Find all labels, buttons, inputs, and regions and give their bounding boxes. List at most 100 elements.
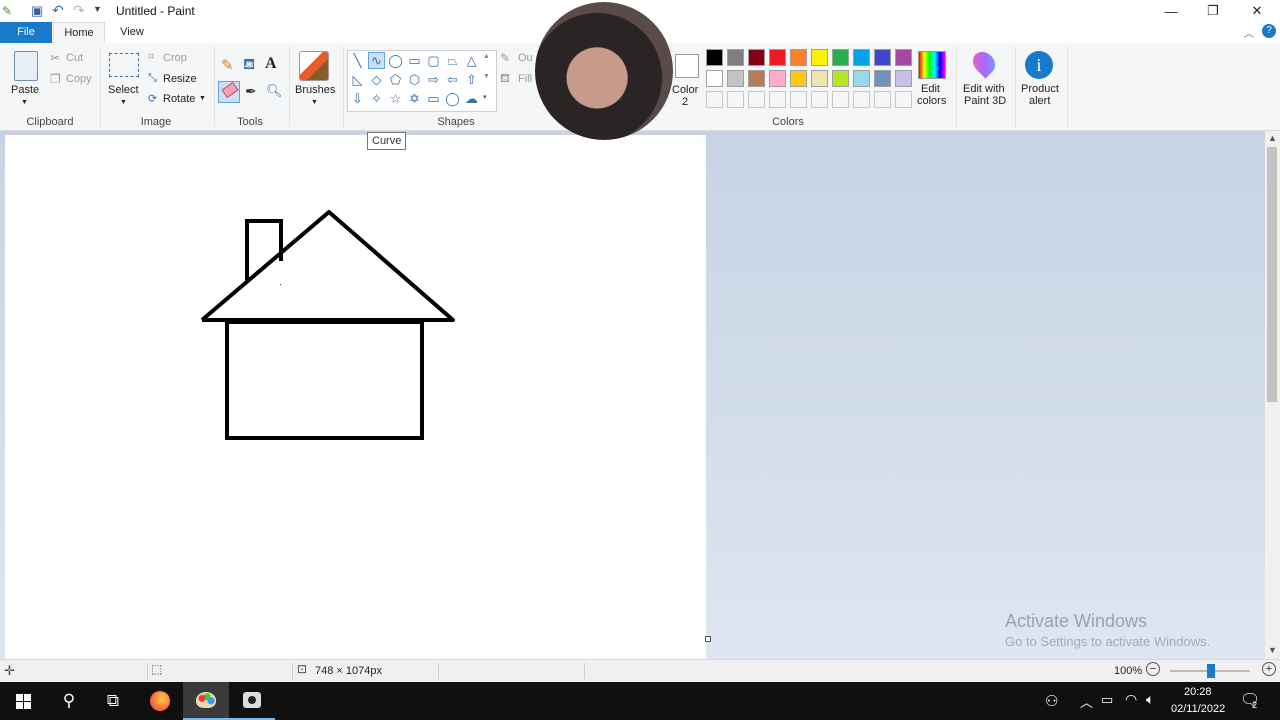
- hexagon-shape-icon[interactable]: ⬡: [406, 71, 423, 88]
- edit-with-paint3d-button[interactable]: Edit with Paint 3D: [960, 47, 1010, 111]
- firefox-icon[interactable]: [137, 682, 183, 720]
- product-alert-button[interactable]: i Product alert: [1018, 49, 1062, 111]
- quick-access-dropdown-icon[interactable]: ▼: [93, 4, 102, 14]
- tab-home[interactable]: Home: [53, 22, 105, 43]
- palette-swatch-blue-gray[interactable]: [874, 70, 891, 87]
- palette-swatch-empty[interactable]: [811, 91, 828, 108]
- show-hidden-icons-icon[interactable]: ︿: [1080, 692, 1093, 711]
- ribbon-collapse-icon[interactable]: ︿: [1244, 25, 1254, 40]
- color-picker-icon[interactable]: ✒: [245, 83, 257, 100]
- palette-swatch-light-yellow[interactable]: [811, 70, 828, 87]
- palette-swatch-yellow[interactable]: [811, 49, 828, 66]
- fill-button[interactable]: Fill: [518, 73, 532, 85]
- people-icon[interactable]: ⚇: [1045, 692, 1058, 710]
- line-shape-icon[interactable]: ╲: [349, 52, 366, 69]
- rect-callout-shape-icon[interactable]: ▭: [425, 90, 442, 107]
- six-point-star-shape-icon[interactable]: ✡: [406, 90, 423, 107]
- palette-swatch-orange[interactable]: [790, 49, 807, 66]
- palette-swatch-empty[interactable]: [895, 91, 912, 108]
- scroll-thumb[interactable]: [1267, 147, 1277, 402]
- canvas-resize-handle[interactable]: [705, 636, 711, 642]
- diamond-shape-icon[interactable]: ◇: [368, 71, 385, 88]
- tab-view[interactable]: View: [110, 22, 154, 43]
- help-icon[interactable]: ?: [1262, 24, 1276, 38]
- scroll-down-icon[interactable]: ▼: [1268, 645, 1277, 655]
- cloud-callout-shape-icon[interactable]: ☁: [463, 90, 480, 107]
- task-view-icon[interactable]: ⧉: [90, 682, 136, 720]
- wifi-icon[interactable]: ◠: [1125, 691, 1137, 708]
- shapes-expand-icon[interactable]: ▾: [483, 93, 487, 101]
- palette-swatch-empty[interactable]: [832, 91, 849, 108]
- zoom-out-icon[interactable]: −: [1146, 662, 1160, 676]
- shapes-scroll-down-icon[interactable]: ▼: [483, 73, 490, 80]
- palette-swatch-red[interactable]: [769, 49, 786, 66]
- undo-icon[interactable]: ↶: [52, 2, 64, 19]
- rectangle-shape-icon[interactable]: ▭: [406, 52, 423, 69]
- crop-button[interactable]: Crop: [163, 52, 187, 64]
- up-arrow-shape-icon[interactable]: ⇧: [463, 71, 480, 88]
- left-arrow-shape-icon[interactable]: ⇦: [444, 71, 461, 88]
- zoom-slider-thumb[interactable]: [1207, 664, 1215, 678]
- paste-button[interactable]: Paste ▼: [8, 49, 44, 111]
- rounded-rectangle-shape-icon[interactable]: ▢: [425, 52, 442, 69]
- palette-swatch-white[interactable]: [706, 70, 723, 87]
- search-icon[interactable]: ⚲: [46, 682, 92, 720]
- clock-time[interactable]: 20:28: [1184, 686, 1212, 698]
- scroll-up-icon[interactable]: ▲: [1268, 133, 1277, 143]
- curve-shape-icon[interactable]: ∿: [368, 52, 385, 69]
- action-center-icon[interactable]: 🗨︎: [1240, 690, 1260, 710]
- palette-swatch-gray[interactable]: [727, 49, 744, 66]
- down-arrow-shape-icon[interactable]: ⇩: [349, 90, 366, 107]
- tab-file[interactable]: File: [0, 22, 52, 43]
- battery-icon[interactable]: ▭: [1101, 692, 1113, 708]
- palette-swatch-rose[interactable]: [769, 70, 786, 87]
- magnifier-icon[interactable]: 🔍︎: [266, 83, 283, 99]
- polygon-shape-icon[interactable]: ⏢: [444, 52, 461, 69]
- outline-button[interactable]: Ou: [518, 52, 533, 64]
- restore-button[interactable]: ❐: [1190, 0, 1236, 22]
- palette-swatch-empty[interactable]: [769, 91, 786, 108]
- edit-colors-button[interactable]: Edit colors: [914, 49, 950, 111]
- save-icon[interactable]: ▣: [31, 3, 43, 19]
- select-button[interactable]: Select ▼: [107, 49, 141, 111]
- paint-taskbar-icon[interactable]: [183, 682, 229, 720]
- text-tool-icon[interactable]: A: [265, 55, 277, 73]
- palette-swatch-empty[interactable]: [706, 91, 723, 108]
- palette-swatch-dark-red[interactable]: [748, 49, 765, 66]
- color2-button[interactable]: Color 2: [672, 51, 700, 111]
- palette-swatch-empty[interactable]: [874, 91, 891, 108]
- windows-start-icon[interactable]: [0, 682, 46, 720]
- oval-callout-shape-icon[interactable]: ◯: [444, 90, 461, 107]
- palette-swatch-empty[interactable]: [853, 91, 870, 108]
- fill-tool-icon[interactable]: ⛾: [243, 56, 255, 75]
- pentagon-shape-icon[interactable]: ⬠: [387, 71, 404, 88]
- palette-swatch-purple[interactable]: [895, 49, 912, 66]
- brushes-button[interactable]: Brushes ▼: [295, 49, 335, 111]
- camera-recorder-icon[interactable]: [229, 682, 275, 720]
- palette-swatch-gold[interactable]: [790, 70, 807, 87]
- palette-swatch-empty[interactable]: [727, 91, 744, 108]
- palette-swatch-light-gray[interactable]: [727, 70, 744, 87]
- triangle-shape-icon[interactable]: △: [463, 52, 480, 69]
- copy-button[interactable]: Copy: [66, 73, 92, 85]
- redo-icon[interactable]: ↷: [73, 2, 85, 19]
- close-button[interactable]: ✕: [1234, 0, 1280, 22]
- vertical-scrollbar[interactable]: ▲ ▼: [1265, 131, 1280, 659]
- palette-swatch-brown[interactable]: [748, 70, 765, 87]
- palette-swatch-indigo[interactable]: [874, 49, 891, 66]
- pencil-tool-icon[interactable]: ✎: [221, 56, 234, 74]
- right-triangle-shape-icon[interactable]: ◺: [349, 71, 366, 88]
- palette-swatch-empty[interactable]: [790, 91, 807, 108]
- volume-icon[interactable]: 🔈︎: [1146, 691, 1154, 708]
- palette-swatch-black[interactable]: [706, 49, 723, 66]
- right-arrow-shape-icon[interactable]: ⇨: [425, 71, 442, 88]
- five-point-star-shape-icon[interactable]: ☆: [387, 90, 404, 107]
- zoom-in-icon[interactable]: +: [1262, 662, 1276, 676]
- minimize-button[interactable]: —: [1148, 0, 1194, 22]
- rotate-button[interactable]: Rotate: [163, 93, 195, 105]
- shapes-scroll-up-icon[interactable]: ▲: [483, 53, 490, 60]
- cut-button[interactable]: Cut: [66, 52, 83, 64]
- eraser-tool-button[interactable]: [218, 81, 240, 103]
- palette-swatch-turquoise[interactable]: [853, 49, 870, 66]
- resize-button[interactable]: Resize: [163, 73, 197, 85]
